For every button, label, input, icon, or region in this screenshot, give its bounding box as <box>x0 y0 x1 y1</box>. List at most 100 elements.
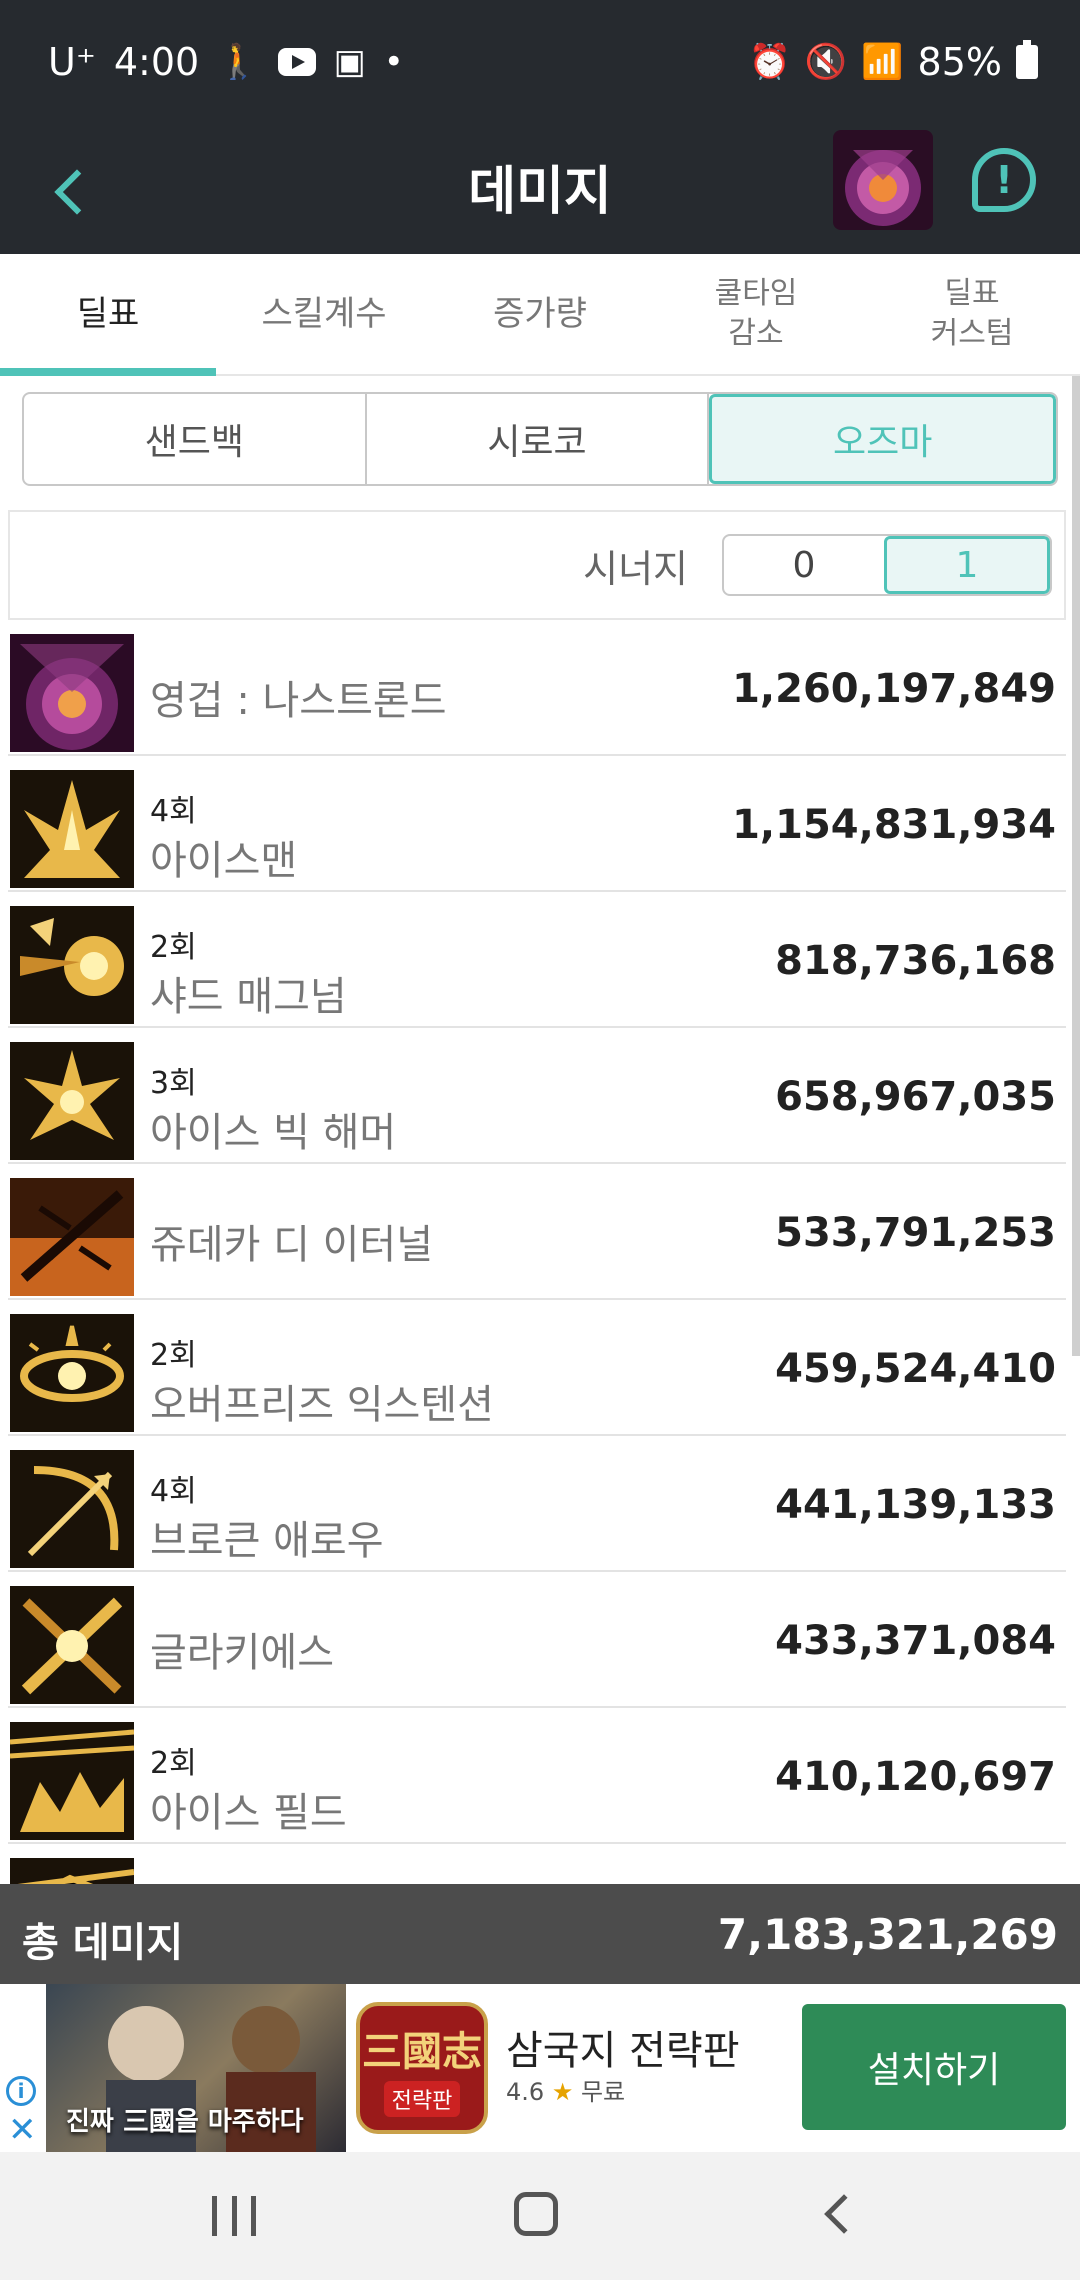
skill-damage: 533,791,253 <box>775 1210 1056 1256</box>
synergy-toggle: 0 1 <box>722 534 1052 596</box>
ad-close-icon[interactable]: ✕ <box>8 2110 37 2150</box>
skill-row[interactable]: 영겁 : 나스트론드 1,260,197,849 <box>8 630 1066 756</box>
synergy-option-1[interactable]: 1 <box>884 536 1050 594</box>
alarm-icon: ⏰ <box>748 42 791 82</box>
content-area: 샌드백 시로코 오즈마 시너지 0 1 영겁 : 나스트론드 1,260,197… <box>0 376 1080 1884</box>
boss-selector: 샌드백 시로코 오즈마 <box>22 392 1058 486</box>
character-avatar[interactable] <box>833 130 933 230</box>
report-icon[interactable]: ! <box>972 148 1036 212</box>
skill-row[interactable]: 글라키에스 433,371,084 <box>8 1582 1066 1708</box>
boss-option-sandbag[interactable]: 샌드백 <box>24 394 367 484</box>
recent-apps-icon[interactable] <box>212 2196 256 2236</box>
skill-row[interactable]: 4회 <box>8 1854 1066 1884</box>
total-damage-bar: 총 데미지 7,183,321,269 <box>0 1884 1080 1984</box>
ad-app-icon-sub: 전략판 <box>383 2081 461 2117</box>
synergy-label: 시너지 <box>583 546 688 591</box>
skill-hit-count: 4회 <box>150 794 197 829</box>
skill-name: 영겁 : 나스트론드 <box>150 678 447 724</box>
broken-arrow-skill-icon <box>10 1450 134 1568</box>
ad-banner-text: 진짜 三國을 마주하다 <box>66 2107 304 2137</box>
skill-row[interactable]: 4회 브로큰 애로우 441,139,133 <box>8 1446 1066 1572</box>
system-nav-bar <box>0 2152 1080 2280</box>
twitch-icon: ▣ <box>333 42 366 82</box>
skill-name: 아이스 빅 해머 <box>150 1110 397 1156</box>
synergy-row: 시너지 0 1 <box>8 510 1066 620</box>
total-damage-value: 7,183,321,269 <box>717 1910 1058 1959</box>
ice-field-skill-icon <box>10 1722 134 1840</box>
judecca-skill-icon <box>10 1178 134 1296</box>
status-right: ⏰ 🔇 📶 85% <box>748 40 1038 84</box>
star-icon: ★ <box>551 2078 574 2106</box>
youtube-icon <box>277 48 316 76</box>
skill-name: 오버프리즈 익스텐션 <box>150 1382 494 1428</box>
mute-icon: 🔇 <box>804 42 848 82</box>
skill-damage: 1,260,197,849 <box>732 666 1056 712</box>
skill-name: 글라키에스 <box>150 1630 334 1676</box>
skill-damage: 658,967,035 <box>775 1074 1056 1120</box>
skill-name: 아이스 필드 <box>150 1790 347 1836</box>
status-bar: U⁺ 4:00 🚶 ▣ • ⏰ 🔇 📶 85% <box>0 0 1080 130</box>
ad-banner-image[interactable]: 진짜 三國을 마주하다 <box>46 1984 346 2152</box>
skill-damage: 410,120,697 <box>775 1754 1056 1800</box>
skill-name: 아이스맨 <box>150 838 298 884</box>
install-button[interactable]: 설치하기 <box>802 2004 1066 2130</box>
boss-option-ozma[interactable]: 오즈마 <box>709 394 1056 484</box>
skill-row[interactable]: 2회 오버프리즈 익스텐션 459,524,410 <box>8 1310 1066 1436</box>
clock: 4:00 <box>113 40 200 84</box>
wifi-icon: 📶 <box>861 42 904 82</box>
glacies-skill-icon <box>10 1586 134 1704</box>
status-left: U⁺ 4:00 🚶 ▣ • <box>48 40 404 84</box>
nastrond-skill-icon <box>10 634 134 752</box>
skill-row[interactable]: 4회 아이스맨 1,154,831,934 <box>8 766 1066 892</box>
scrollbar[interactable] <box>1072 376 1080 1356</box>
skill-hit-count: 2회 <box>150 1746 197 1781</box>
ad-rating: 4.6 ★ 무료 <box>506 2072 625 2107</box>
skill-damage: 459,524,410 <box>775 1346 1056 1392</box>
skill-damage: 1,154,831,934 <box>732 802 1056 848</box>
shard-magnum-skill-icon <box>10 906 134 1024</box>
battery-icon <box>1016 40 1038 79</box>
skill-hit-count: 2회 <box>150 1338 197 1373</box>
synergy-option-0[interactable]: 0 <box>724 536 884 594</box>
skill-damage: 433,371,084 <box>775 1618 1056 1664</box>
skill-name: 브로큰 애로우 <box>150 1518 384 1564</box>
ad-banner: i ✕ 진짜 三國을 마주하다 三國志 전략판 삼국지 전략판 4.6 ★ 무료… <box>0 1984 1080 2152</box>
walking-icon: 🚶 <box>217 42 260 82</box>
skill-damage: 441,139,133 <box>775 1482 1056 1528</box>
partial-skill-icon <box>10 1858 134 1884</box>
skill-damage: 818,736,168 <box>775 938 1056 984</box>
ad-rating-value: 4.6 <box>506 2078 545 2106</box>
app-header: 데미지 ! <box>0 130 1080 254</box>
skill-hit-count: 4회 <box>150 1874 197 1884</box>
tab-skill-coefficient[interactable]: 스킬계수 <box>216 254 432 374</box>
skill-row[interactable]: 3회 아이스 빅 해머 658,967,035 <box>8 1038 1066 1164</box>
tab-increase[interactable]: 증가량 <box>432 254 648 374</box>
skill-hit-count: 2회 <box>150 930 197 965</box>
tab-custom-table[interactable]: 딜표 커스텀 <box>864 254 1080 374</box>
skill-row[interactable]: 쥬데카 디 이터널 533,791,253 <box>8 1174 1066 1300</box>
overfreeze-skill-icon <box>10 1314 134 1432</box>
skill-row[interactable]: 2회 아이스 필드 410,120,697 <box>8 1718 1066 1844</box>
ad-app-icon-title: 三國志 <box>362 2029 482 2075</box>
boss-option-sirocco[interactable]: 시로코 <box>367 394 710 484</box>
ice-big-hammer-skill-icon <box>10 1042 134 1160</box>
total-damage-label: 총 데미지 <box>22 1920 184 1966</box>
skill-row[interactable]: 2회 샤드 매그넘 818,736,168 <box>8 902 1066 1028</box>
tab-cooldown-reduction[interactable]: 쿨타임 감소 <box>648 254 864 374</box>
ad-price: 무료 <box>580 2078 626 2106</box>
tab-bar: 딜표 스킬계수 증가량 쿨타임 감소 딜표 커스텀 <box>0 254 1080 376</box>
battery-percent: 85% <box>917 40 1002 84</box>
ad-app-icon[interactable]: 三國志 전략판 <box>356 2002 488 2134</box>
tab-damage-table[interactable]: 딜표 <box>0 254 216 376</box>
skill-name: 쥬데카 디 이터널 <box>150 1222 434 1268</box>
home-icon[interactable] <box>514 2192 558 2236</box>
ad-app-name[interactable]: 삼국지 전략판 <box>506 2018 740 2076</box>
carrier-label: U⁺ <box>48 40 96 84</box>
iceman-skill-icon <box>10 770 134 888</box>
nav-back-icon[interactable] <box>824 2194 864 2234</box>
skill-name: 샤드 매그넘 <box>150 974 347 1020</box>
dot-icon: • <box>383 42 404 82</box>
skill-hit-count: 4회 <box>150 1474 197 1509</box>
skill-hit-count: 3회 <box>150 1066 197 1101</box>
ad-info-icon[interactable]: i <box>6 2076 36 2106</box>
